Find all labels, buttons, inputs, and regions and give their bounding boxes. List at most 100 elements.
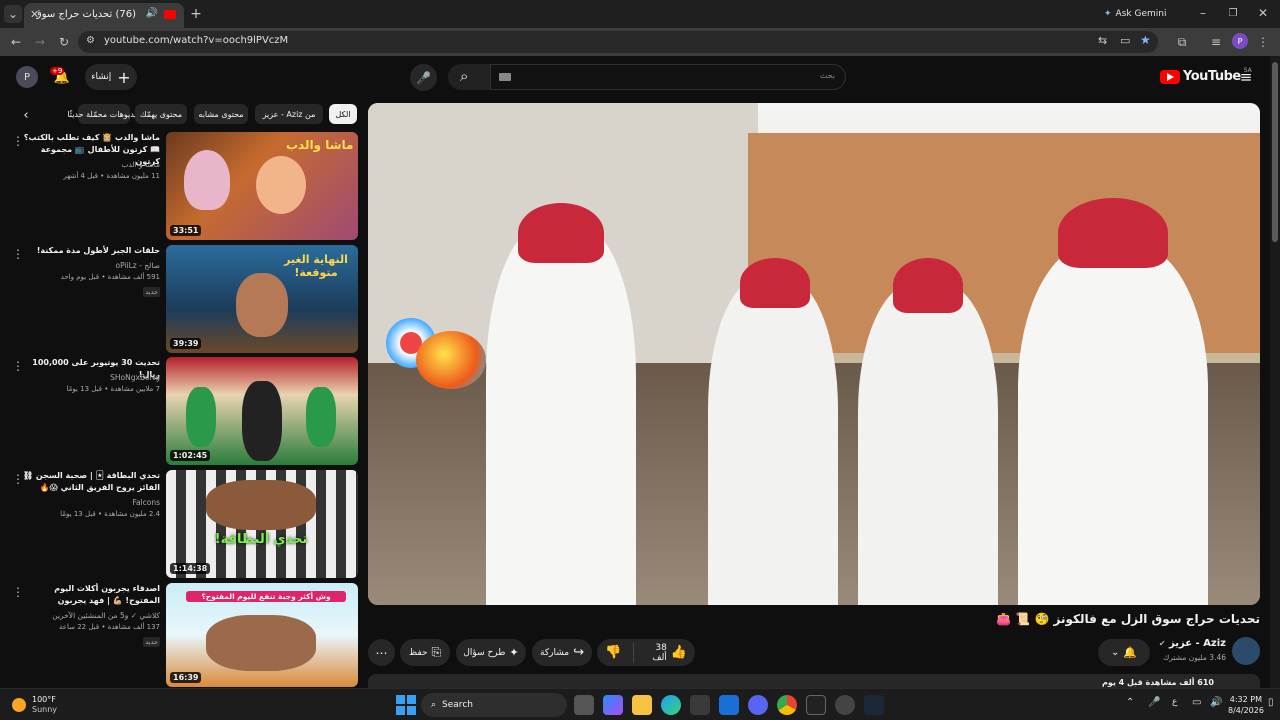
- ask-gemini-button[interactable]: ✦ Ask Gemini: [1104, 6, 1166, 22]
- cast-icon[interactable]: ▭: [1120, 34, 1130, 47]
- network-icon[interactable]: ▭: [1192, 697, 1201, 708]
- sparkle-icon: ✦: [509, 646, 519, 659]
- keyboard-icon[interactable]: [499, 73, 511, 81]
- terminal-icon[interactable]: [806, 695, 826, 715]
- chips-scroll-left-icon[interactable]: ‹: [18, 106, 34, 124]
- thumbnail-character: [256, 156, 306, 214]
- browser-tab-active[interactable]: 🔊 (76) تحديات حراج سوق الزل م ✕: [24, 3, 184, 28]
- list-item[interactable]: ⋮ 1:02:45 تحديت 30 يوتيوبر على 100,000 ر…: [0, 357, 360, 465]
- bookmark-star-icon[interactable]: ★: [1140, 33, 1151, 47]
- new-badge: جديد: [143, 287, 160, 297]
- person-figure: [708, 278, 838, 605]
- tab-close-icon[interactable]: ✕: [30, 8, 39, 21]
- mail-icon[interactable]: [719, 695, 739, 715]
- weather-widget[interactable]: 100°F Sunny: [12, 695, 57, 715]
- reading-list-icon[interactable]: ≡: [1208, 34, 1224, 50]
- steam-icon[interactable]: [864, 695, 884, 715]
- clock[interactable]: 4:32 PM 8/4/2026: [1228, 694, 1264, 716]
- voice-search-icon[interactable]: 🎤: [410, 64, 437, 91]
- store-icon[interactable]: [690, 695, 710, 715]
- share-label: مشاركة: [540, 647, 570, 658]
- share-button[interactable]: ↪ مشاركة: [532, 639, 592, 666]
- volume-icon[interactable]: 🔊: [1210, 697, 1222, 708]
- windows-start-icon[interactable]: [396, 695, 416, 715]
- scrollbar-thumb[interactable]: [1272, 62, 1278, 242]
- chip-from-channel[interactable]: من Aziz - عزيز: [255, 104, 323, 124]
- search-icon: ⌕: [460, 67, 469, 85]
- list-item[interactable]: ⋮ ماشا والدب 33:51 ماشا والدب 👸🏼 كيف تطل…: [0, 132, 360, 240]
- forward-icon[interactable]: →: [32, 34, 48, 50]
- task-view-icon[interactable]: [574, 695, 594, 715]
- restore-icon[interactable]: ❐: [1226, 6, 1240, 20]
- video-thumbnail[interactable]: النهاية الغير متوقعة!: [166, 245, 358, 353]
- chrome-icon[interactable]: [777, 695, 797, 715]
- views-date: 610 ألف مشاهدة قبل 4 يوم: [1102, 678, 1214, 687]
- guide-menu-icon[interactable]: ≡: [1238, 68, 1254, 86]
- ask-button[interactable]: ✦ طرح سؤال: [456, 639, 526, 666]
- channel-name[interactable]: Falcons: [20, 498, 160, 507]
- description-box[interactable]: 610 ألف مشاهدة قبل 4 يوم: [368, 674, 1260, 688]
- translate-icon[interactable]: ⇆: [1098, 34, 1107, 47]
- notification-center-icon[interactable]: ▯: [1268, 697, 1274, 708]
- chip-similar[interactable]: محتوى مشابه: [194, 104, 248, 124]
- channel-name[interactable]: ماشا و الدب: [20, 160, 160, 169]
- search-button[interactable]: ⌕: [448, 64, 490, 90]
- mic-tray-icon[interactable]: 🎤: [1148, 697, 1160, 708]
- chip-for-you[interactable]: محتوى يهمّك: [135, 104, 187, 124]
- search-placeholder: بحث: [819, 71, 835, 80]
- close-window-icon[interactable]: ✕: [1256, 6, 1270, 20]
- address-bar[interactable]: ⚙ youtube.com/watch?v=ooch9lPVczM ⇆ ▭ ★: [78, 31, 1158, 53]
- thumbnail-person: [242, 381, 282, 461]
- video-player[interactable]: [368, 103, 1260, 605]
- chip-all[interactable]: الكل: [329, 104, 357, 124]
- channel-name[interactable]: SHoNgxBoNg: [20, 373, 160, 382]
- new-tab-button[interactable]: +: [188, 6, 204, 22]
- video-thumbnail[interactable]: تحدي البطاقة!: [166, 470, 358, 578]
- edge-icon[interactable]: [661, 695, 681, 715]
- taskbar-search[interactable]: ⌕ Search: [421, 693, 567, 717]
- bell-icon: 🔔: [1123, 646, 1138, 659]
- channel-avatar[interactable]: [1232, 637, 1260, 665]
- video-title: حلقات الجبر لأطول مدة ممكنة!: [36, 246, 160, 255]
- profile-avatar[interactable]: P: [1232, 33, 1248, 49]
- tab-search-button[interactable]: ⌄: [4, 5, 22, 23]
- discord-icon[interactable]: [748, 695, 768, 715]
- back-icon[interactable]: ←: [8, 34, 24, 50]
- list-item[interactable]: ⋮ تحدي البطاقة! 1:14:38 تحدي البطاقة 🃏 |…: [0, 470, 360, 578]
- extensions-icon[interactable]: ⧉: [1174, 34, 1190, 50]
- file-explorer-icon[interactable]: [632, 695, 652, 715]
- minimize-icon[interactable]: –: [1196, 6, 1210, 20]
- gemini-sparkle-icon: ✦: [1104, 9, 1112, 19]
- video-thumbnail[interactable]: ماشا والدب: [166, 132, 358, 240]
- channel-name[interactable]: Aziz - عزيز ✔: [1140, 638, 1226, 649]
- channel-name[interactable]: صالح - oPiiLz: [20, 261, 161, 270]
- copilot-icon[interactable]: [603, 695, 623, 715]
- site-info-icon[interactable]: ⚙: [86, 35, 95, 46]
- save-button[interactable]: ⎘ حفظ: [400, 639, 450, 666]
- video-meta: 137 ألف مشاهدة • قبل 22 ساعة: [59, 623, 160, 631]
- youtube-masthead: P 🔔 +9 إنشاء + 🎤 ⌕ بحث YouTube SA ≡: [0, 56, 1270, 100]
- more-actions-button[interactable]: ⋯: [368, 639, 395, 666]
- video-meta: 591 ألف مشاهدة • قبل يوم واحد: [60, 273, 160, 281]
- search-input[interactable]: بحث: [490, 64, 846, 90]
- input-language[interactable]: ع: [1172, 697, 1177, 707]
- channel-name[interactable]: كلاشي ✓ و5 من المنشئين الآخرين: [20, 611, 160, 620]
- chip-recent[interactable]: فيديوهات محمّلة حديثًا: [67, 104, 141, 124]
- dislike-button[interactable]: 👎: [597, 645, 629, 660]
- create-button[interactable]: إنشاء +: [85, 64, 137, 90]
- page-scrollbar[interactable]: [1270, 56, 1280, 688]
- video-thumbnail[interactable]: [166, 357, 358, 465]
- like-button[interactable]: 👍 38 ألف: [633, 642, 695, 663]
- chevron-up-icon[interactable]: ⌃: [1126, 697, 1134, 708]
- chrome-menu-icon[interactable]: ⋮: [1256, 34, 1270, 50]
- weather-temp: 100°F: [32, 695, 56, 704]
- youtube-favicon-icon: [164, 10, 176, 19]
- reload-icon[interactable]: ↻: [56, 34, 72, 50]
- subscribed-button[interactable]: 🔔 ⌄: [1098, 639, 1150, 666]
- list-item[interactable]: ⋮ وش أكثر وجبة تنفع لليوم المفتوح؟ 16:39…: [0, 583, 360, 687]
- list-item[interactable]: ⋮ النهاية الغير متوقعة! 39:39 حلقات الجب…: [0, 245, 360, 353]
- audio-playing-icon[interactable]: 🔊: [146, 8, 158, 19]
- github-icon[interactable]: [835, 695, 855, 715]
- plus-icon: +: [117, 67, 131, 87]
- account-avatar[interactable]: P: [16, 66, 38, 88]
